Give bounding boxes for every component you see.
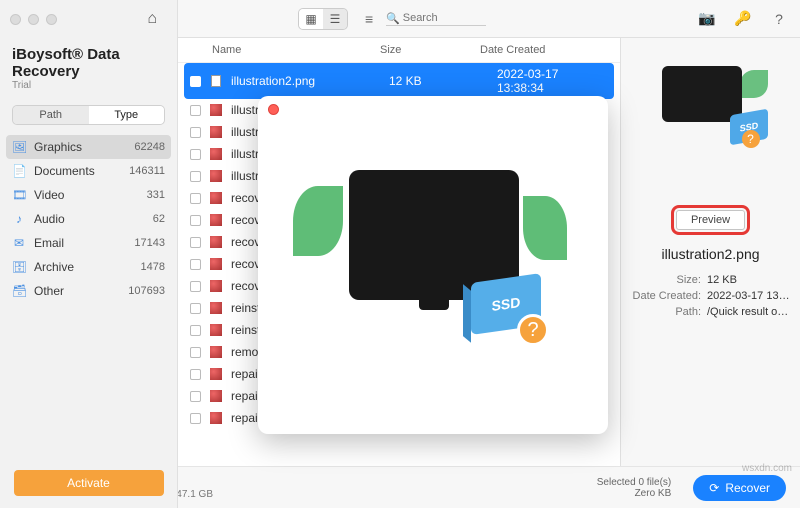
file-icon <box>209 147 223 161</box>
file-icon <box>209 213 223 227</box>
file-icon <box>209 74 223 88</box>
file-icon <box>209 103 223 117</box>
app-brand: iBoysoft® Data Recovery <box>12 46 165 80</box>
category-icon: ♪ <box>12 212 26 226</box>
app-edition: Trial <box>12 80 165 91</box>
sidebar: iBoysoft® Data Recovery Trial Path Type … <box>0 38 178 466</box>
row-checkbox[interactable] <box>190 413 201 424</box>
row-checkbox[interactable] <box>190 76 201 87</box>
close-icon[interactable] <box>268 104 279 115</box>
recover-button[interactable]: ⟳Recover <box>693 475 786 501</box>
row-checkbox[interactable] <box>190 105 201 116</box>
selected-count: Selected 0 file(s) <box>597 477 671 488</box>
watermark: wsxdn.com <box>742 463 792 474</box>
sidebar-item-documents[interactable]: 📄Documents146311 <box>0 159 177 183</box>
row-checkbox[interactable] <box>190 193 201 204</box>
zoom-window[interactable] <box>46 14 57 25</box>
file-icon <box>209 389 223 403</box>
category-icon: 🗃 <box>12 284 26 298</box>
search-icon: 🔍 <box>386 12 400 25</box>
view-grid-button[interactable]: ▦ <box>299 9 323 29</box>
row-checkbox[interactable] <box>190 281 201 292</box>
sidebar-item-other[interactable]: 🗃Other107693 <box>0 279 177 303</box>
file-icon <box>209 367 223 381</box>
row-checkbox[interactable] <box>190 303 201 314</box>
row-checkbox[interactable] <box>190 325 201 336</box>
camera-icon[interactable]: 📷 <box>696 10 718 27</box>
search-input[interactable]: 🔍 <box>386 12 486 26</box>
category-icon: 🖼 <box>12 140 26 154</box>
row-checkbox[interactable] <box>190 127 201 138</box>
sidebar-item-archive[interactable]: 🗄Archive1478 <box>0 255 177 279</box>
question-icon: ? <box>517 314 549 346</box>
preview-panel: SSD ? Preview illustration2.png Size:12 … <box>620 38 800 466</box>
activate-button[interactable]: Activate <box>14 470 164 496</box>
row-checkbox[interactable] <box>190 369 201 380</box>
file-icon <box>209 125 223 139</box>
file-icon <box>209 257 223 271</box>
file-icon <box>209 323 223 337</box>
key-icon[interactable]: 🔑 <box>732 10 754 27</box>
tab-type[interactable]: Type <box>89 106 165 124</box>
window-controls: ⌂ <box>0 0 178 38</box>
minimize-window[interactable] <box>28 14 39 25</box>
preview-image: SSD ? <box>293 150 573 380</box>
category-icon: 📄 <box>12 164 26 178</box>
filter-icon[interactable]: ≡ <box>358 11 380 27</box>
category-icon: 🗄 <box>12 260 26 274</box>
sidebar-item-email[interactable]: ✉Email17143 <box>0 231 177 255</box>
col-date[interactable]: Date Created <box>480 44 608 56</box>
tab-path[interactable]: Path <box>13 106 89 124</box>
close-window[interactable] <box>10 14 21 25</box>
col-name[interactable]: Name <box>190 44 380 56</box>
file-icon <box>209 191 223 205</box>
sidebar-item-audio[interactable]: ♪Audio62 <box>0 207 177 231</box>
row-checkbox[interactable] <box>190 237 201 248</box>
sidebar-item-graphics[interactable]: 🖼Graphics62248 <box>6 135 171 159</box>
col-size[interactable]: Size <box>380 44 480 56</box>
row-checkbox[interactable] <box>190 391 201 402</box>
file-icon <box>209 169 223 183</box>
file-icon <box>209 345 223 359</box>
file-icon <box>209 301 223 315</box>
preview-thumb: SSD ? <box>656 66 766 146</box>
category-icon: 🎞 <box>12 188 26 202</box>
preview-button[interactable]: Preview <box>676 210 745 230</box>
file-icon <box>209 411 223 425</box>
selected-size: Zero KB <box>597 488 671 499</box>
question-icon: ? <box>742 130 760 148</box>
preview-popover: SSD ? <box>258 96 608 434</box>
row-checkbox[interactable] <box>190 347 201 358</box>
recover-icon: ⟳ <box>709 481 719 495</box>
home-icon[interactable]: ⌂ <box>147 10 157 28</box>
view-list-button[interactable]: ☰ <box>323 9 347 29</box>
file-icon <box>209 279 223 293</box>
preview-filename: illustration2.png <box>661 246 759 262</box>
row-checkbox[interactable] <box>190 171 201 182</box>
table-row[interactable]: illustration2.png12 KB2022-03-17 13:38:3… <box>184 63 614 99</box>
file-icon <box>209 235 223 249</box>
row-checkbox[interactable] <box>190 149 201 160</box>
row-checkbox[interactable] <box>190 259 201 270</box>
help-icon[interactable]: ? <box>768 11 790 27</box>
sidebar-item-video[interactable]: 🎞Video331 <box>0 183 177 207</box>
row-checkbox[interactable] <box>190 215 201 226</box>
category-icon: ✉ <box>12 236 26 250</box>
